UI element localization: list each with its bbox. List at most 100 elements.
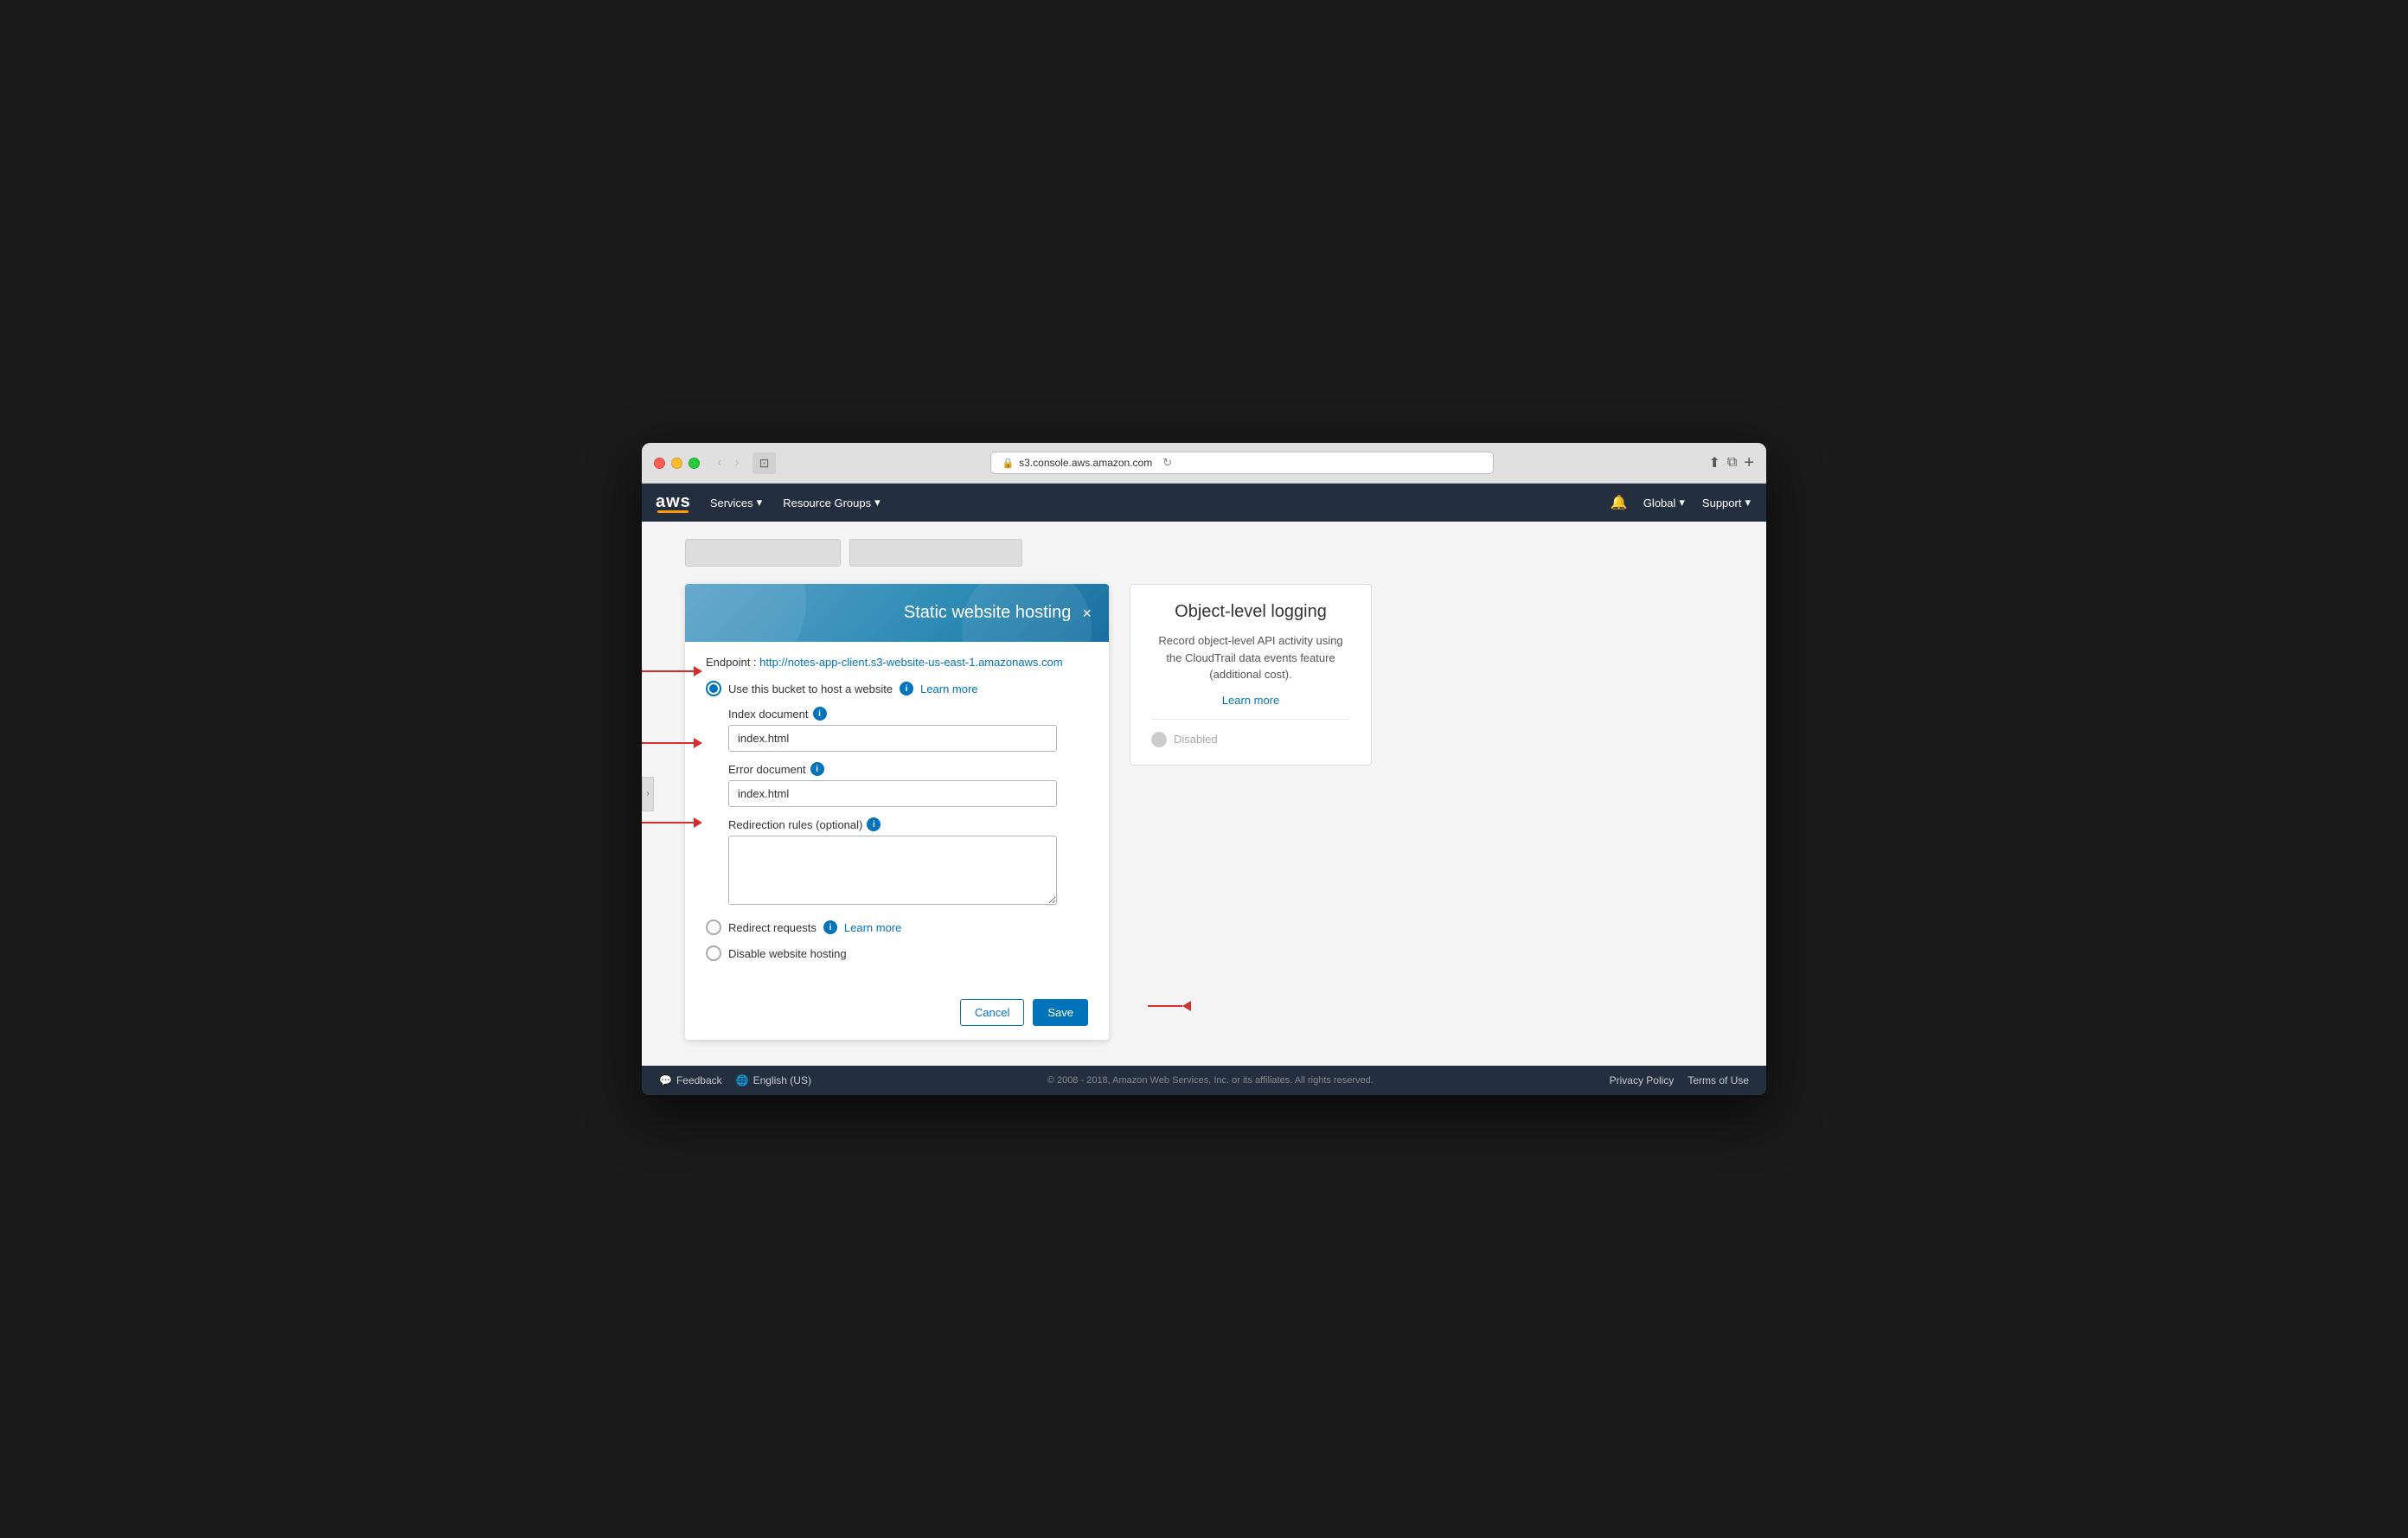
index-document-label-text: Index document bbox=[728, 708, 809, 721]
tabs-row bbox=[668, 539, 1740, 567]
error-info-icon[interactable]: i bbox=[810, 762, 824, 776]
language-item[interactable]: 🌐 English (US) bbox=[736, 1074, 811, 1086]
logging-disabled-row: Disabled bbox=[1151, 732, 1350, 747]
redirection-rules-group: Redirection rules (optional) i bbox=[728, 817, 1088, 909]
tab-2[interactable] bbox=[849, 539, 1022, 567]
radio-host-website[interactable]: Use this bucket to host a website i Lear… bbox=[706, 681, 1088, 696]
address-bar[interactable]: 🔒 s3.console.aws.amazon.com ↻ bbox=[990, 452, 1494, 474]
browser-actions: ⬆ ⧉ + bbox=[1708, 453, 1754, 473]
radio-disable-circle[interactable] bbox=[706, 945, 721, 961]
sidebar-toggle[interactable]: › bbox=[642, 777, 654, 811]
language-label: English (US) bbox=[753, 1074, 811, 1086]
aws-navbar: aws Services ▾ Resource Groups ▾ 🔔 Globa… bbox=[642, 484, 1766, 522]
maximize-button[interactable] bbox=[688, 458, 700, 469]
global-chevron-icon: ▾ bbox=[1679, 496, 1685, 509]
resource-groups-chevron-icon: ▾ bbox=[874, 496, 881, 509]
aws-logo-text[interactable]: aws bbox=[656, 493, 691, 510]
share-button[interactable]: ⬆ bbox=[1708, 454, 1720, 471]
back-button[interactable]: ‹ bbox=[713, 453, 726, 472]
global-menu[interactable]: Global ▾ bbox=[1642, 492, 1687, 513]
radio-redirect[interactable]: Redirect requests i Learn more bbox=[706, 920, 1088, 935]
traffic-lights bbox=[654, 458, 700, 469]
logging-title: Object-level logging bbox=[1151, 602, 1350, 622]
radio-redirect-label: Redirect requests bbox=[728, 921, 817, 934]
endpoint-row: Endpoint : http://notes-app-client.s3-we… bbox=[706, 656, 1088, 669]
services-menu[interactable]: Services ▾ bbox=[708, 492, 764, 513]
arrow-host-radio bbox=[642, 666, 702, 676]
logging-description: Record object-level API activity using t… bbox=[1151, 632, 1350, 683]
logging-learn-more-link[interactable]: Learn more bbox=[1151, 694, 1350, 707]
forward-button[interactable]: › bbox=[730, 453, 743, 472]
address-bar-wrap: 🔒 s3.console.aws.amazon.com ↻ bbox=[785, 452, 1700, 474]
global-label: Global bbox=[1643, 497, 1676, 509]
page-content: › bbox=[642, 522, 1766, 1066]
add-tab-button[interactable]: + bbox=[1744, 453, 1754, 473]
url-text: s3.console.aws.amazon.com bbox=[1019, 457, 1152, 469]
modal-close-button[interactable]: × bbox=[1083, 606, 1092, 621]
header-circle-1 bbox=[685, 584, 806, 642]
object-level-logging-panel: Object-level logging Record object-level… bbox=[1130, 584, 1372, 766]
tab-switcher-button[interactable]: ⊡ bbox=[752, 452, 777, 474]
arrow-save-button bbox=[1148, 1001, 1182, 1011]
modal-header: Static website hosting × bbox=[685, 584, 1109, 642]
redirect-radio-info-icon[interactable]: i bbox=[823, 920, 837, 934]
index-document-label: Index document i bbox=[728, 707, 1088, 721]
resource-groups-label: Resource Groups bbox=[783, 497, 871, 509]
feedback-item[interactable]: 💬 Feedback bbox=[659, 1074, 722, 1086]
terms-link[interactable]: Terms of Use bbox=[1688, 1074, 1749, 1086]
index-info-icon[interactable]: i bbox=[813, 707, 827, 721]
redirection-rules-textarea[interactable] bbox=[728, 836, 1057, 905]
arrow-index-doc bbox=[642, 738, 702, 748]
copyright-text: © 2008 - 2018, Amazon Web Services, Inc.… bbox=[825, 1075, 1596, 1086]
radio-redirect-circle[interactable] bbox=[706, 920, 721, 935]
nav-right: 🔔 Global ▾ Support ▾ bbox=[1611, 492, 1752, 513]
static-website-hosting-modal: Static website hosting × Endpoint : http… bbox=[685, 584, 1109, 1040]
minimize-button[interactable] bbox=[671, 458, 682, 469]
main-area: Static website hosting × Endpoint : http… bbox=[668, 584, 1740, 1040]
redirection-rules-label: Redirection rules (optional) i bbox=[728, 817, 1088, 831]
resource-groups-menu[interactable]: Resource Groups ▾ bbox=[781, 492, 881, 513]
arrow-error-doc bbox=[642, 817, 702, 828]
index-document-input[interactable] bbox=[728, 725, 1057, 752]
support-chevron-icon: ▾ bbox=[1745, 496, 1751, 509]
save-button[interactable]: Save bbox=[1033, 999, 1088, 1026]
lock-icon: 🔒 bbox=[1002, 458, 1014, 469]
disabled-label: Disabled bbox=[1174, 733, 1218, 746]
radio-disable[interactable]: Disable website hosting bbox=[706, 945, 1088, 961]
privacy-policy-link[interactable]: Privacy Policy bbox=[1610, 1074, 1675, 1086]
aws-footer: 💬 Feedback 🌐 English (US) © 2008 - 2018,… bbox=[642, 1066, 1766, 1095]
globe-icon: 🌐 bbox=[736, 1074, 749, 1086]
reload-icon[interactable]: ↻ bbox=[1162, 456, 1172, 470]
close-button[interactable] bbox=[654, 458, 665, 469]
host-info-icon[interactable]: i bbox=[900, 682, 913, 695]
aws-logo-bar bbox=[657, 510, 688, 513]
redirect-learn-more-link[interactable]: Learn more bbox=[844, 921, 901, 934]
host-learn-more-link[interactable]: Learn more bbox=[920, 682, 977, 695]
logging-divider bbox=[1151, 719, 1350, 720]
radio-host-label: Use this bucket to host a website bbox=[728, 682, 893, 695]
modal-footer: Cancel Save bbox=[685, 989, 1109, 1040]
support-menu[interactable]: Support ▾ bbox=[1700, 492, 1752, 513]
cancel-button[interactable]: Cancel bbox=[960, 999, 1024, 1026]
browser-titlebar: ‹ › ⊡ 🔒 s3.console.aws.amazon.com ↻ ⬆ ⧉ … bbox=[642, 443, 1766, 484]
tab-1[interactable] bbox=[685, 539, 841, 567]
error-document-input[interactable] bbox=[728, 780, 1057, 807]
nav-buttons: ‹ › bbox=[713, 453, 744, 472]
modal-body: Endpoint : http://notes-app-client.s3-we… bbox=[685, 642, 1109, 989]
support-label: Support bbox=[1702, 497, 1742, 509]
notifications-icon[interactable]: 🔔 bbox=[1611, 494, 1628, 511]
redirect-info-icon[interactable]: i bbox=[867, 817, 881, 831]
feedback-label: Feedback bbox=[676, 1074, 722, 1086]
modal-title: Static website hosting bbox=[893, 603, 1083, 623]
sidebar-button[interactable]: ⧉ bbox=[1727, 455, 1737, 471]
footer-links: Privacy Policy Terms of Use bbox=[1610, 1074, 1749, 1086]
services-label: Services bbox=[710, 497, 753, 509]
error-document-label-text: Error document bbox=[728, 763, 806, 776]
error-document-label: Error document i bbox=[728, 762, 1088, 776]
endpoint-label: Endpoint : bbox=[706, 656, 757, 669]
endpoint-link[interactable]: http://notes-app-client.s3-website-us-ea… bbox=[759, 656, 1062, 669]
services-chevron-icon: ▾ bbox=[757, 496, 763, 509]
radio-disable-label: Disable website hosting bbox=[728, 947, 847, 960]
radio-host-circle[interactable] bbox=[706, 681, 721, 696]
error-document-group: Error document i bbox=[728, 762, 1088, 807]
